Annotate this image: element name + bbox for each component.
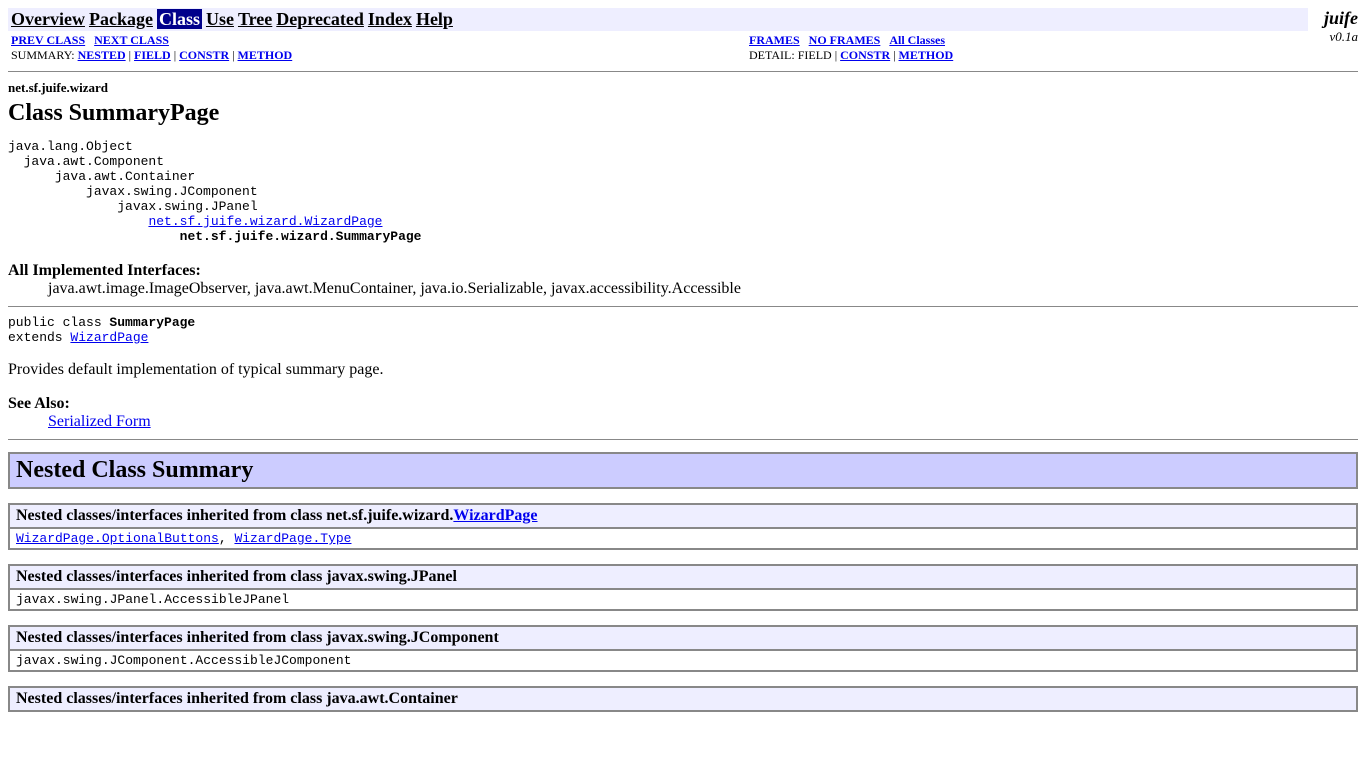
- nested-class-summary-table: Nested Class Summary: [8, 452, 1358, 489]
- nav-use[interactable]: Use: [206, 9, 234, 29]
- brand-block: juife v0.1a: [1308, 8, 1358, 45]
- hierarchy-wizardpage-link[interactable]: net.sf.juife.wizard.WizardPage: [148, 214, 382, 229]
- summary-constr-link[interactable]: CONSTR: [179, 48, 229, 62]
- detail-method-link[interactable]: METHOD: [899, 48, 954, 62]
- inherited-jpanel-table: Nested classes/interfaces inherited from…: [8, 564, 1358, 611]
- divider: [8, 71, 1358, 72]
- detail-constr-link[interactable]: CONSTR: [840, 48, 890, 62]
- next-class-link[interactable]: NEXT CLASS: [94, 33, 169, 47]
- brand-version: v0.1a: [1324, 29, 1358, 45]
- inherited-wizardpage-body: WizardPage.OptionalButtons, WizardPage.T…: [9, 528, 1357, 549]
- prev-class-link[interactable]: PREV CLASS: [11, 33, 85, 47]
- brand-title: juife: [1324, 8, 1358, 29]
- wizardpage-optionalbuttons-link[interactable]: WizardPage.OptionalButtons: [16, 531, 219, 546]
- extends-link[interactable]: WizardPage: [70, 330, 148, 345]
- class-signature: public class SummaryPage extends WizardP…: [8, 315, 1358, 345]
- inherited-container-heading: Nested classes/interfaces inherited from…: [9, 687, 1357, 711]
- nav-tree[interactable]: Tree: [238, 9, 272, 29]
- class-description: Provides default implementation of typic…: [8, 361, 1358, 379]
- summary-method-link[interactable]: METHOD: [238, 48, 293, 62]
- no-frames-link[interactable]: NO FRAMES: [809, 33, 881, 47]
- inherited-wizardpage-heading: Nested classes/interfaces inherited from…: [9, 504, 1357, 528]
- nav-package[interactable]: Package: [89, 9, 153, 29]
- see-also-label: See Also:: [8, 395, 1358, 413]
- summary-label: SUMMARY:: [11, 48, 78, 62]
- detail-label: DETAIL:: [749, 48, 798, 62]
- implemented-interfaces-list: java.awt.image.ImageObserver, java.awt.M…: [48, 280, 1358, 298]
- nav-overview[interactable]: Overview: [11, 9, 85, 29]
- inherited-jpanel-body: javax.swing.JPanel.AccessibleJPanel: [9, 589, 1357, 610]
- top-bar: Overview Package Class Use Tree Deprecat…: [8, 8, 1358, 63]
- divider: [8, 306, 1358, 307]
- inherited-wizardpage-table: Nested classes/interfaces inherited from…: [8, 503, 1358, 550]
- class-title: Class SummaryPage: [8, 100, 1358, 127]
- inherited-jcomponent-table: Nested classes/interfaces inherited from…: [8, 625, 1358, 672]
- inherited-container-table: Nested classes/interfaces inherited from…: [8, 686, 1358, 712]
- summary-field-link[interactable]: FIELD: [134, 48, 171, 62]
- sub-nav: PREV CLASS NEXT CLASS FRAMES NO FRAMES A…: [8, 33, 1308, 63]
- serialized-form-link[interactable]: Serialized Form: [48, 413, 151, 430]
- nav-index[interactable]: Index: [368, 9, 412, 29]
- implemented-interfaces-label: All Implemented Interfaces:: [8, 262, 1358, 280]
- inherited-wizardpage-link[interactable]: WizardPage: [453, 507, 537, 524]
- package-label: net.sf.juife.wizard: [8, 80, 1358, 96]
- inherited-jcomponent-body: javax.swing.JComponent.AccessibleJCompon…: [9, 650, 1357, 671]
- nav-class-active: Class: [157, 9, 202, 29]
- nav-help[interactable]: Help: [416, 9, 453, 29]
- all-classes-link[interactable]: All Classes: [889, 33, 945, 47]
- frames-link[interactable]: FRAMES: [749, 33, 800, 47]
- nav-deprecated[interactable]: Deprecated: [276, 9, 364, 29]
- inherited-jpanel-heading: Nested classes/interfaces inherited from…: [9, 565, 1357, 589]
- nested-class-summary-heading: Nested Class Summary: [9, 453, 1357, 488]
- class-hierarchy: java.lang.Object java.awt.Component java…: [8, 139, 1358, 244]
- detail-field: FIELD: [798, 48, 832, 62]
- wizardpage-type-link[interactable]: WizardPage.Type: [234, 531, 351, 546]
- summary-nested-link[interactable]: NESTED: [78, 48, 126, 62]
- nav-bar: Overview Package Class Use Tree Deprecat…: [8, 8, 1308, 31]
- divider: [8, 439, 1358, 440]
- inherited-jcomponent-heading: Nested classes/interfaces inherited from…: [9, 626, 1357, 650]
